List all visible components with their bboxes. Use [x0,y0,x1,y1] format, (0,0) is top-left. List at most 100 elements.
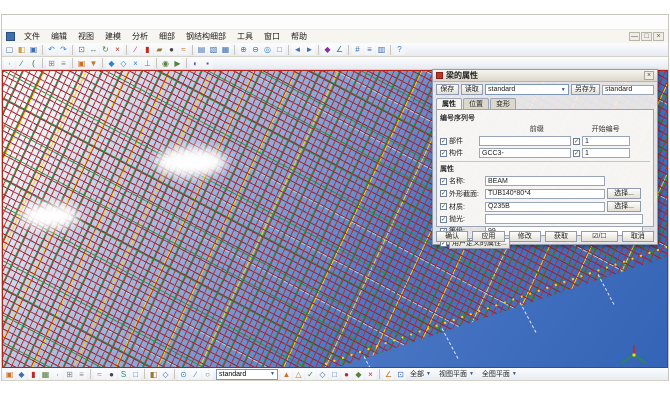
select-welds-icon[interactable]: ≈ [94,369,105,380]
select-rebar-icon[interactable]: S [118,369,129,380]
numbering-icon[interactable]: # [352,44,363,55]
selection-filter-icon[interactable]: ▼ [88,58,99,69]
material-input[interactable] [485,202,605,212]
profile-select-button[interactable]: 选择... [607,188,641,199]
menu-file[interactable]: 文件 [22,31,42,42]
save-button[interactable]: 保存 [436,84,459,95]
create-column-icon[interactable]: ▮ [142,44,153,55]
zoom-in-icon[interactable]: ⊕ [238,44,249,55]
menu-window[interactable]: 窗口 [262,31,282,42]
zoom-out-icon[interactable]: ⊖ [250,44,261,55]
view-properties-icon[interactable]: ▤ [196,44,207,55]
mdi-document-icon[interactable] [6,32,15,41]
fit-view-icon[interactable]: □ [274,44,285,55]
menu-help[interactable]: 帮助 [289,31,309,42]
snap-reference-points-icon[interactable]: ⊙ [178,369,189,380]
part-start-checkbox[interactable] [573,138,580,145]
save-model-icon[interactable]: ▣ [28,44,39,55]
select-bolts-icon[interactable]: ● [106,369,117,380]
part-checkbox[interactable] [440,138,447,145]
menu-modeling[interactable]: 建模 [103,31,123,42]
select-single-objects-icon[interactable]: ◇ [160,369,171,380]
select-components-icon[interactable]: ◆ [16,369,27,380]
part-prefix-input[interactable] [479,136,571,146]
snap-center-icon[interactable]: ◆ [353,369,364,380]
select-assemblies-icon[interactable]: ◧ [148,369,159,380]
lock-objects-icon[interactable]: ▪ [202,58,213,69]
create-line-icon[interactable]: ∕ [16,58,27,69]
pan-icon[interactable]: ◎ [262,44,273,55]
close-window-icon[interactable]: × [653,32,664,41]
finish-input[interactable] [485,214,643,224]
create-weld-icon[interactable]: ≈ [178,44,189,55]
grid-icon[interactable]: ⊞ [46,58,57,69]
delete-icon[interactable]: × [112,44,123,55]
cancel-button[interactable]: 取消 [622,231,654,242]
snap-any-icon[interactable]: □ [329,369,340,380]
assembly-prefix-input[interactable] [479,148,571,158]
name-input[interactable] [485,176,605,186]
snap-node-icon[interactable]: ● [341,369,352,380]
snap-endpoint-icon[interactable]: ◆ [106,58,117,69]
restore-window-icon[interactable]: □ [641,32,652,41]
snap-depth-toggle-icon[interactable]: ⊡ [395,369,406,380]
snap-nearest-icon[interactable]: ◇ [317,369,328,380]
get-button[interactable]: 获取 [545,231,577,242]
view-list-icon[interactable]: ▦ [220,44,231,55]
create-plate-icon[interactable]: ▰ [154,44,165,55]
selection-filter-combo[interactable]: standard ▼ [216,369,278,380]
select-all-icon[interactable]: ▣ [76,58,87,69]
snap-plane-dropdown[interactable]: 视图平面▼ [436,369,477,379]
run-macro-icon[interactable]: ▶ [172,58,183,69]
save-as-input[interactable] [602,85,654,95]
measure-icon[interactable]: ∠ [334,44,345,55]
menu-edit[interactable]: 编辑 [49,31,69,42]
auto-connection-icon[interactable]: ◉ [160,58,171,69]
previous-view-icon[interactable]: ◄ [292,44,303,55]
select-views-icon[interactable]: □ [130,369,141,380]
next-view-icon[interactable]: ► [304,44,315,55]
snap-depth-dropdown[interactable]: 全图平面▼ [479,369,520,379]
assembly-start-number-input[interactable] [582,148,630,158]
menu-view[interactable]: 视图 [76,31,96,42]
open-model-icon[interactable]: ◧ [16,44,27,55]
save-as-button[interactable]: 另存为 [571,84,600,95]
snap-geometry-lines-icon[interactable]: ∕ [190,369,201,380]
snap-free-icon[interactable]: ○ [202,369,213,380]
move-icon[interactable]: ↔ [88,44,99,55]
material-checkbox[interactable] [440,203,447,210]
material-select-button[interactable]: 选择... [607,201,641,212]
part-start-number-input[interactable] [582,136,630,146]
undo-icon[interactable]: ↶ [46,44,57,55]
menu-detailing[interactable]: 细部 [157,31,177,42]
modify-button[interactable]: 修改 [509,231,541,242]
grid-line-icon[interactable]: ≡ [58,58,69,69]
snap-off-icon[interactable]: × [365,369,376,380]
menu-analysis[interactable]: 分析 [130,31,150,42]
assembly-checkbox[interactable] [440,150,447,157]
snap-override-b-icon[interactable]: △ [293,369,304,380]
snap-scope-dropdown[interactable]: 全部▼ [407,369,434,379]
ortho-toggle-icon[interactable]: ∠ [383,369,394,380]
select-surfaces-icon[interactable]: ▦ [40,369,51,380]
help-icon[interactable]: ? [394,44,405,55]
tab-deforming[interactable]: 变形 [490,98,516,109]
create-point-icon[interactable]: ∙ [4,58,15,69]
new-model-icon[interactable]: ▢ [4,44,15,55]
select-points-icon[interactable]: ∙ [52,369,63,380]
phase-manager-icon[interactable]: ◐ [190,58,201,69]
attribute-file-combo[interactable]: standard ▼ [485,84,569,95]
snap-override-a-icon[interactable]: ▲ [281,369,292,380]
report-icon[interactable]: ▥ [376,44,387,55]
create-arc-icon[interactable]: ( [28,58,39,69]
clash-check-icon[interactable]: ◆ [322,44,333,55]
select-grids-icon[interactable]: ⊞ [64,369,75,380]
tab-position[interactable]: 位置 [463,98,489,109]
redo-icon[interactable]: ↷ [58,44,69,55]
toggle-all-button[interactable]: ☑/☐ [581,231,617,242]
render-view-icon[interactable]: ▧ [208,44,219,55]
menu-steel-detailing[interactable]: 钢结构细部 [184,31,228,42]
name-checkbox[interactable] [440,178,447,185]
select-grid-lines-icon[interactable]: ≡ [76,369,87,380]
load-button[interactable]: 读取 [461,84,484,95]
